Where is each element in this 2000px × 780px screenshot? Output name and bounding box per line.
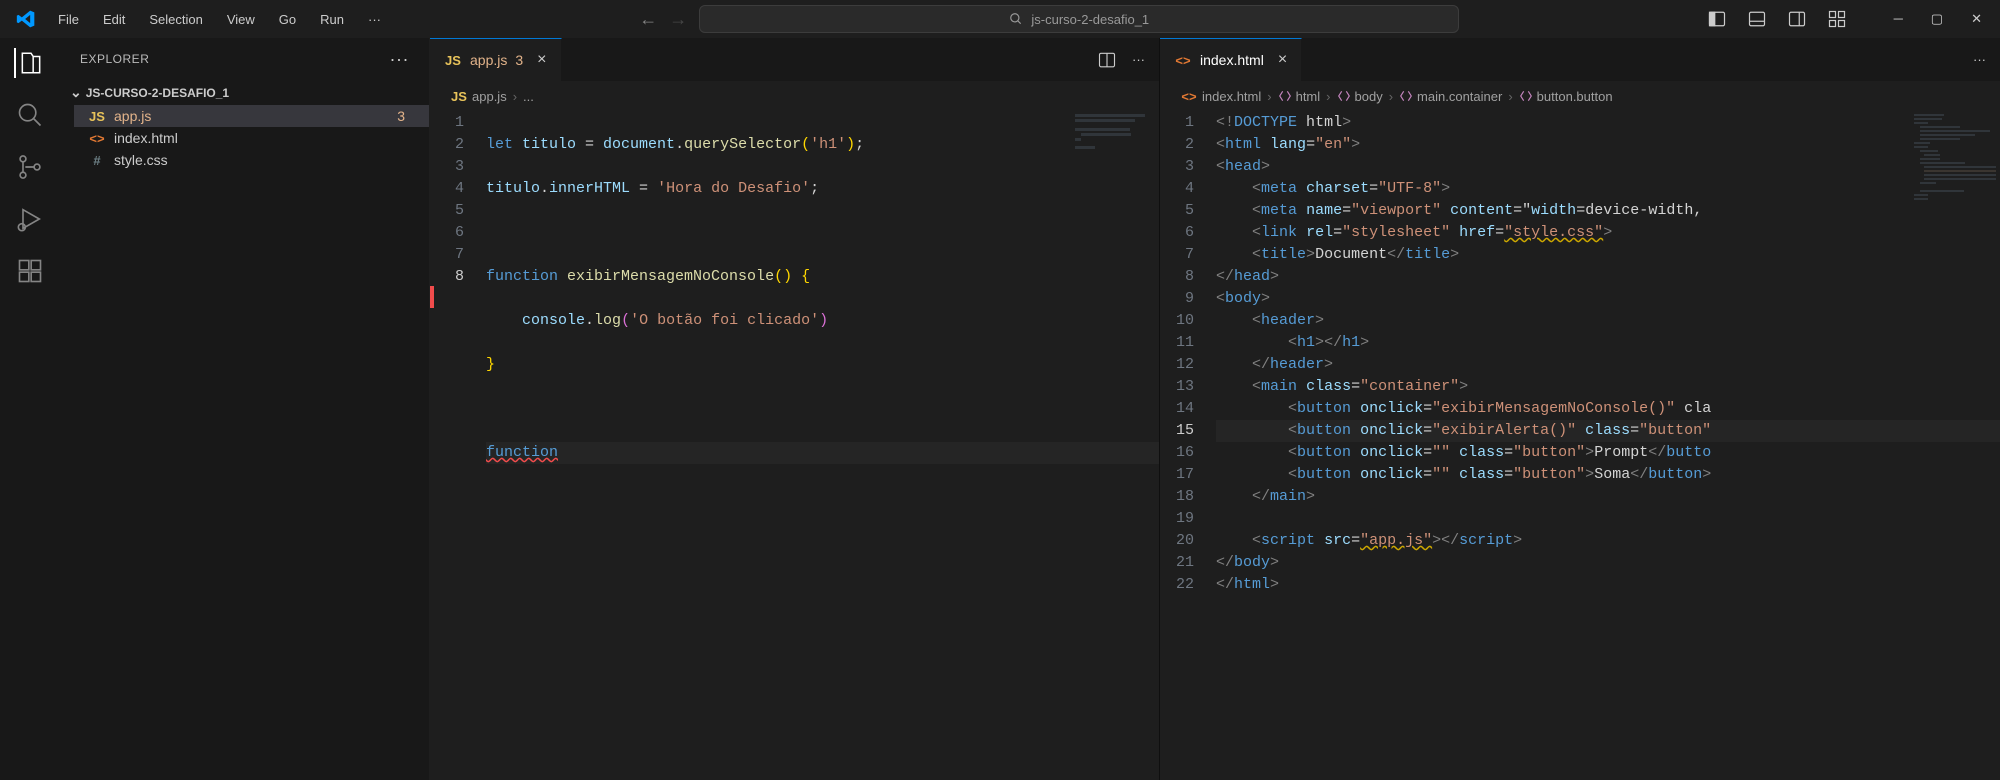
- command-center[interactable]: js-curso-2-desafio_1: [699, 5, 1459, 33]
- search-icon: [1009, 12, 1023, 26]
- tab-problems-badge: 3: [515, 52, 523, 68]
- breadcrumb-item: button.button: [1537, 89, 1613, 104]
- file-index-html[interactable]: <> index.html: [74, 127, 429, 149]
- code-editor-left[interactable]: 1 2 3 4 5 6 7 8 let titulo = document.qu…: [430, 110, 1159, 780]
- customize-layout-icon[interactable]: [1828, 10, 1846, 28]
- activitybar: [0, 38, 60, 780]
- symbol-icon: [1337, 89, 1351, 103]
- folder-header[interactable]: ⌄ JS-CURSO-2-DESAFIO_1: [60, 80, 429, 105]
- window-close[interactable]: ✕: [1971, 11, 1982, 27]
- menu-view[interactable]: View: [217, 6, 265, 33]
- layout-secondary-sidebar-icon[interactable]: [1788, 10, 1806, 28]
- breadcrumb-item: body: [1355, 89, 1383, 104]
- explorer-title: EXPLORER: [80, 52, 149, 66]
- menu-run[interactable]: Run: [310, 6, 354, 33]
- folder-name: JS-CURSO-2-DESAFIO_1: [86, 86, 229, 100]
- breadcrumb-item: index.html: [1202, 89, 1261, 104]
- activity-search[interactable]: [15, 100, 45, 130]
- problems-badge: 3: [397, 108, 405, 124]
- line-gutter: 1 2 3 4 5 6 7 8: [430, 110, 486, 780]
- activity-run-debug[interactable]: [15, 204, 45, 234]
- error-marker: [430, 286, 434, 308]
- activity-extensions[interactable]: [15, 256, 45, 286]
- line-gutter: 12345678910111213141516171819202122: [1160, 110, 1216, 780]
- file-app-js[interactable]: JS app.js 3: [74, 105, 429, 127]
- explorer-more[interactable]: ···: [390, 49, 409, 70]
- chevron-down-icon: ⌄: [70, 84, 82, 101]
- layout-primary-sidebar-icon[interactable]: [1708, 10, 1726, 28]
- menu-go[interactable]: Go: [269, 6, 306, 33]
- file-name: index.html: [114, 130, 178, 146]
- menu-edit[interactable]: Edit: [93, 6, 135, 33]
- symbol-icon: [1399, 89, 1413, 103]
- split-editor-icon[interactable]: [1098, 51, 1116, 69]
- css-file-icon: #: [88, 153, 106, 168]
- breadcrumb-item: app.js: [472, 89, 507, 104]
- tab-app-js[interactable]: JS app.js 3 ×: [430, 38, 562, 81]
- tab-name: index.html: [1200, 52, 1264, 68]
- nav-forward[interactable]: →: [669, 9, 687, 30]
- explorer-sidebar: EXPLORER ··· ⌄ JS-CURSO-2-DESAFIO_1 JS a…: [60, 38, 430, 780]
- file-name: style.css: [114, 152, 168, 168]
- activity-explorer[interactable]: [14, 48, 44, 78]
- js-file-icon: JS: [444, 53, 462, 68]
- editor-more[interactable]: ···: [1973, 52, 1986, 67]
- file-name: app.js: [114, 108, 151, 124]
- vscode-icon: [16, 9, 36, 29]
- menu-more[interactable]: ···: [358, 6, 391, 33]
- symbol-icon: [1519, 89, 1533, 103]
- activity-source-control[interactable]: [15, 152, 45, 182]
- tab-name: app.js: [470, 52, 507, 68]
- layout-panel-icon[interactable]: [1748, 10, 1766, 28]
- window-maximize[interactable]: ▢: [1931, 11, 1943, 27]
- command-center-text: js-curso-2-desafio_1: [1031, 12, 1149, 27]
- tab-index-html[interactable]: <> index.html ×: [1160, 38, 1302, 81]
- html-file-icon: <>: [1180, 89, 1198, 104]
- editor-more[interactable]: ···: [1132, 52, 1145, 67]
- file-style-css[interactable]: # style.css: [74, 149, 429, 171]
- nav-back[interactable]: ←: [639, 9, 657, 30]
- editor-group-right: <> index.html × ··· <> index.html › html…: [1160, 38, 2000, 780]
- html-file-icon: <>: [88, 131, 106, 146]
- code-editor-right[interactable]: 12345678910111213141516171819202122 <!DO…: [1160, 110, 2000, 780]
- breadcrumb-item: ...: [523, 89, 534, 104]
- tab-close[interactable]: ×: [537, 51, 546, 69]
- breadcrumb-item: main.container: [1417, 89, 1502, 104]
- breadcrumb-left[interactable]: JS app.js › ...: [430, 82, 1159, 110]
- menu-selection[interactable]: Selection: [139, 6, 212, 33]
- symbol-icon: [1278, 89, 1292, 103]
- html-file-icon: <>: [1174, 53, 1192, 68]
- titlebar: File Edit Selection View Go Run ··· ← → …: [0, 0, 2000, 38]
- window-minimize[interactable]: ─: [1894, 11, 1903, 27]
- menu-file[interactable]: File: [48, 6, 89, 33]
- js-file-icon: JS: [88, 109, 106, 124]
- breadcrumb-item: html: [1296, 89, 1321, 104]
- js-file-icon: JS: [450, 89, 468, 104]
- editor-group-left: JS app.js 3 × ··· JS app.js › ...: [430, 38, 1160, 780]
- breadcrumb-right[interactable]: <> index.html › html › body › main.conta…: [1160, 82, 2000, 110]
- tab-close[interactable]: ×: [1278, 51, 1287, 69]
